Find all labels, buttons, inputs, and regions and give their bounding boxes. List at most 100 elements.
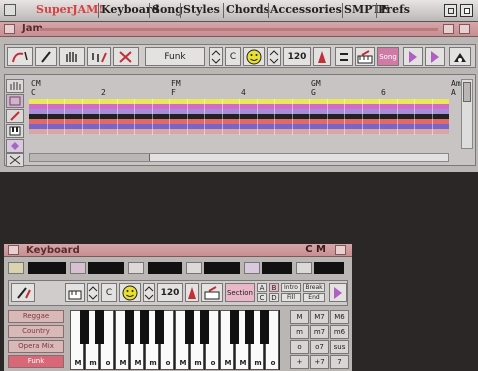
instrument-icon[interactable] [355, 47, 375, 66]
style-selector[interactable]: Funk [145, 47, 205, 66]
black-key[interactable] [230, 310, 239, 344]
screen-depth-front-button[interactable] [460, 4, 473, 17]
hand-icon[interactable] [59, 47, 85, 66]
drum-track-icon[interactable] [70, 262, 86, 274]
piano-keyboard[interactable]: MmoMMmoMmoMMmo [70, 310, 280, 370]
key-stepper-arrows[interactable] [209, 47, 223, 66]
piano-track-slot[interactable] [204, 262, 240, 274]
chord-type-button[interactable]: sus [330, 340, 349, 354]
guitar-track-slot[interactable] [148, 262, 182, 274]
metronome-icon[interactable] [313, 47, 331, 66]
track-tool-gem[interactable] [6, 139, 24, 153]
note-pick-icon[interactable] [87, 47, 111, 66]
instrument-icon[interactable] [65, 283, 85, 302]
metronome-icon[interactable] [185, 283, 199, 302]
track-tool-pencil[interactable] [6, 109, 24, 123]
track-tool-zoom[interactable] [6, 153, 24, 167]
menu-prefs[interactable]: Prefs [378, 3, 410, 16]
black-key[interactable] [95, 310, 104, 344]
chord-type-button[interactable]: +7 [310, 355, 329, 369]
scissors-icon[interactable] [113, 47, 139, 66]
time-signature-icon[interactable] [335, 47, 353, 66]
screen-depth-back-button[interactable] [444, 4, 457, 17]
guitar-track-icon[interactable] [128, 262, 144, 274]
close-icon[interactable] [4, 24, 15, 34]
menu-song[interactable]: Song [152, 3, 183, 16]
track-tool-keys[interactable] [6, 124, 24, 138]
key-stepper-arrows[interactable] [87, 283, 99, 302]
black-key[interactable] [155, 310, 164, 344]
black-key[interactable] [200, 310, 209, 344]
zoom-icon[interactable] [443, 24, 454, 34]
bass-track-icon[interactable] [8, 262, 24, 274]
zoom-track-icon[interactable] [296, 262, 312, 274]
chord-type-button[interactable]: o7 [310, 340, 329, 354]
black-key[interactable] [260, 310, 269, 344]
mixer-icon[interactable] [201, 283, 223, 302]
depth-icon[interactable] [459, 24, 470, 34]
chord-type-button[interactable]: m6 [330, 325, 349, 339]
record-icon[interactable] [449, 47, 471, 66]
menu-styles[interactable]: Styles [183, 3, 220, 16]
vertical-scroll-thumb[interactable] [463, 82, 471, 102]
loop-icon[interactable] [7, 47, 33, 66]
style-funk-button[interactable]: Funk [8, 355, 64, 368]
menu-keyboard[interactable]: Keyboard [101, 3, 159, 16]
black-key[interactable] [80, 310, 89, 344]
pencil-icon[interactable] [11, 283, 35, 302]
smiley-icon[interactable] [243, 47, 265, 66]
style-country-button[interactable]: Country [8, 325, 64, 338]
titlebar-drag-bar[interactable] [40, 28, 438, 31]
track-tool-hand[interactable] [6, 79, 24, 93]
chord-type-button[interactable]: + [290, 355, 309, 369]
chord-type-button[interactable]: m7 [310, 325, 329, 339]
section-c-button[interactable]: C [257, 293, 267, 302]
section-d-button[interactable]: D [269, 293, 279, 302]
black-key[interactable] [140, 310, 149, 344]
horizontal-scrollbar[interactable] [29, 153, 449, 162]
smiley-icon[interactable] [119, 283, 141, 302]
pencil-icon[interactable] [35, 47, 57, 66]
tempo-stepper-arrows[interactable] [267, 47, 281, 66]
horizontal-scroll-thumb[interactable] [30, 154, 150, 161]
break-button[interactable]: Break [303, 283, 325, 292]
black-key[interactable] [245, 310, 254, 344]
extra-track-slot[interactable] [314, 262, 344, 274]
forward-icon[interactable] [425, 47, 445, 66]
play-icon[interactable] [329, 283, 347, 302]
piano-track-icon[interactable] [186, 262, 202, 274]
end-button[interactable]: End [303, 293, 325, 302]
section-button[interactable]: Section [225, 283, 255, 302]
play-icon[interactable] [403, 47, 423, 66]
tempo-stepper-arrows[interactable] [143, 283, 155, 302]
keyboard-titlebar[interactable]: Keyboard C M [4, 244, 352, 257]
section-b-button[interactable]: B [269, 283, 279, 292]
fill-button[interactable]: Fill [281, 293, 301, 302]
vertical-scrollbar[interactable] [461, 79, 473, 149]
chord-type-button[interactable]: M6 [330, 310, 349, 324]
chord-type-button[interactable]: o [290, 340, 309, 354]
chord-type-button[interactable]: M [290, 310, 309, 324]
track-tool-select[interactable] [6, 94, 24, 108]
chord-type-button[interactable]: 7 [330, 355, 349, 369]
style-opera-mix-button[interactable]: Opera Mix [8, 340, 64, 353]
screen-close-button[interactable] [4, 4, 16, 16]
style-reggae-button[interactable]: Reggae [8, 310, 64, 323]
black-key[interactable] [185, 310, 194, 344]
drum-track-slot[interactable] [88, 262, 124, 274]
close-icon[interactable] [8, 245, 19, 255]
depth-icon[interactable] [335, 245, 346, 255]
intro-button[interactable]: Intro [281, 283, 301, 292]
song-button[interactable]: Song [377, 47, 399, 66]
menu-app-superjam[interactable]: SuperJAM! [36, 3, 103, 16]
strings-track-icon[interactable] [244, 262, 260, 274]
jam-titlebar[interactable]: Jam [0, 22, 478, 37]
menu-accessories[interactable]: Accessories [270, 3, 342, 16]
chord-type-button[interactable]: M7 [310, 310, 329, 324]
black-key[interactable] [125, 310, 134, 344]
bass-track-slot[interactable] [28, 262, 66, 274]
chord-type-button[interactable]: m [290, 325, 309, 339]
chord-grid[interactable]: CM C 2 FM F 4 GM G 6 Am A [29, 79, 461, 153]
strings-track-slot[interactable] [262, 262, 292, 274]
section-a-button[interactable]: A [257, 283, 267, 292]
